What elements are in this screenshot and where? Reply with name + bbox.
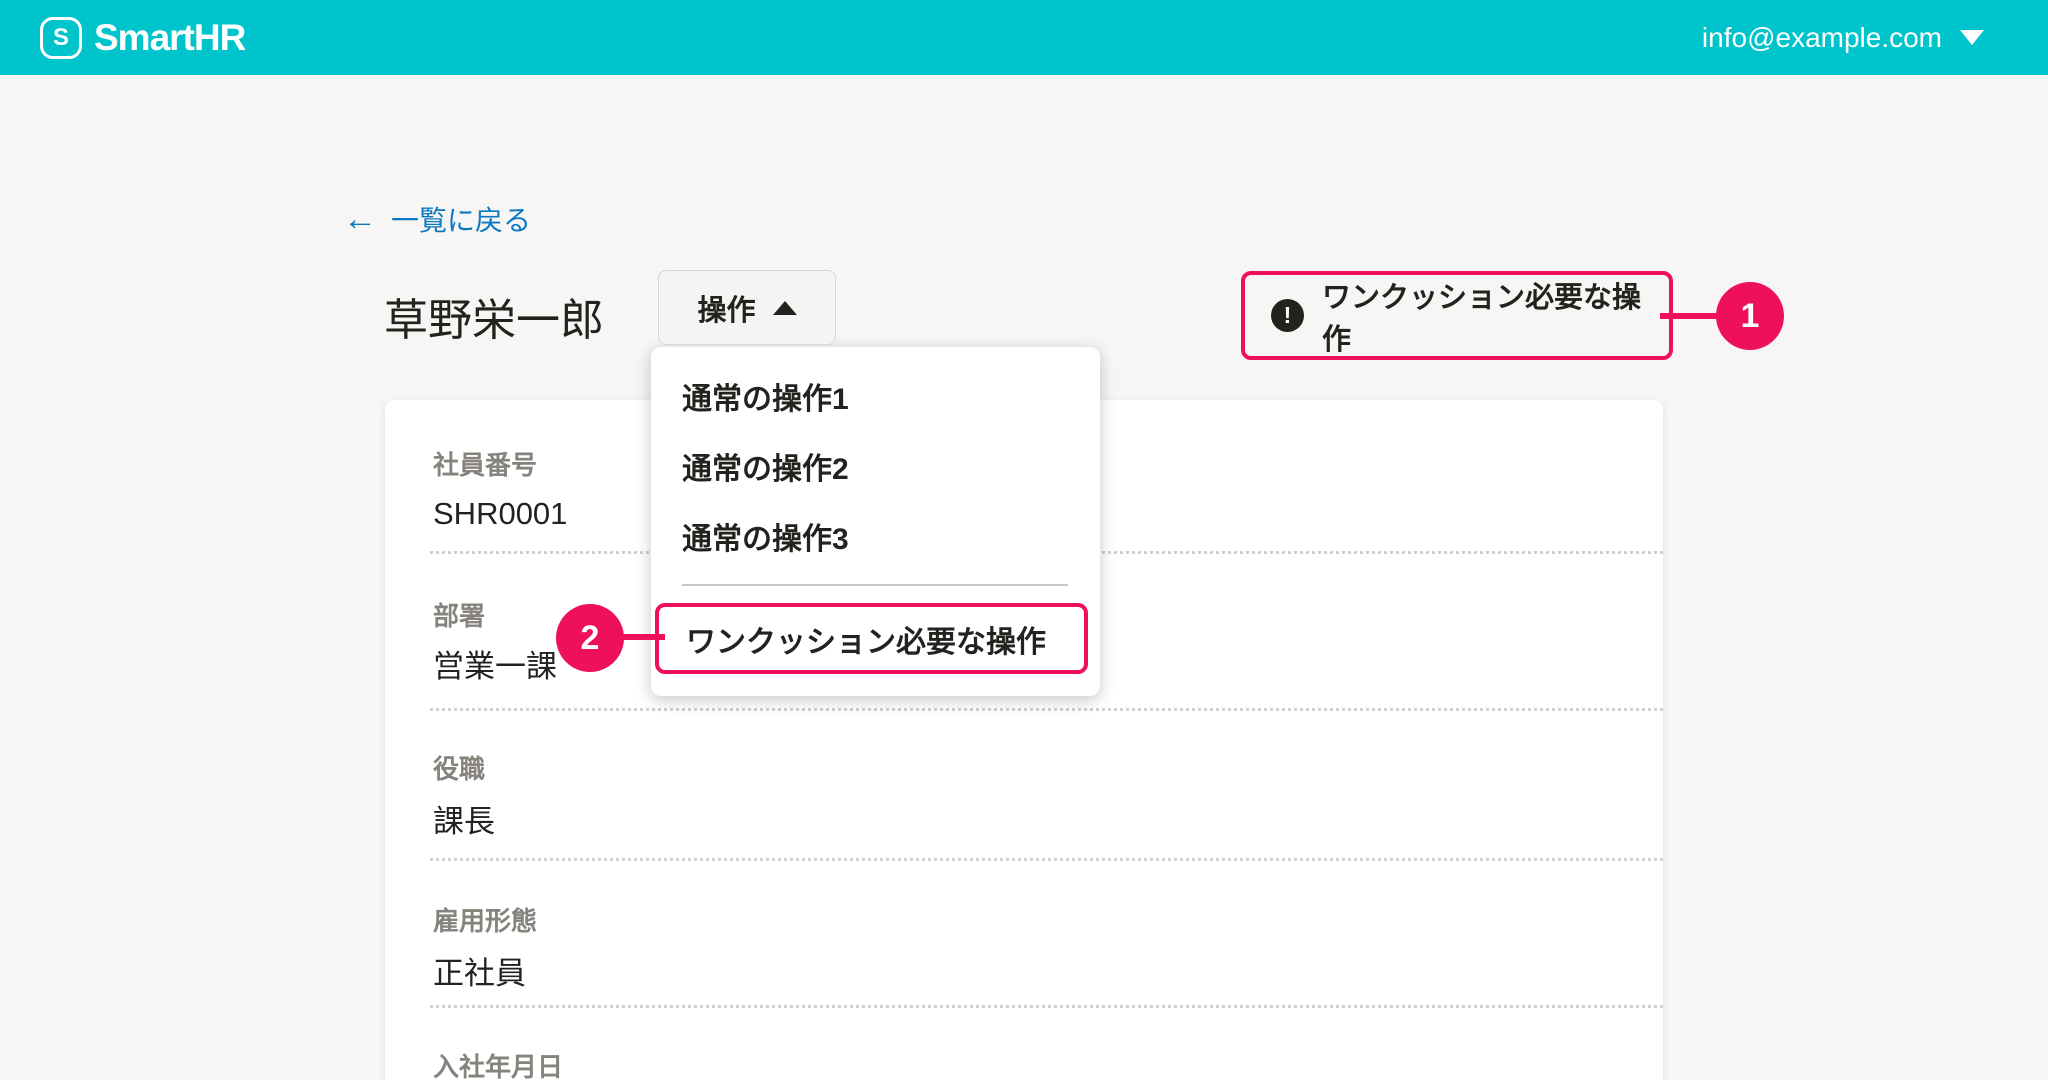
menu-item-normal-2[interactable]: 通常の操作2	[651, 431, 1100, 501]
menu-divider	[682, 584, 1068, 586]
field-label-department: 部署	[433, 601, 486, 631]
field-value-employee-number: SHR0001	[433, 496, 568, 531]
field-value-employment-type: 正社員	[433, 956, 526, 991]
action-button-label: 操作	[697, 294, 756, 327]
field-separator	[430, 858, 1663, 861]
exclamation-icon: !	[1271, 299, 1304, 332]
callout-label: ワンクッション必要な操作	[1322, 281, 1642, 356]
field-label-hire-date: 入社年月日	[433, 1052, 564, 1080]
account-email: info@example.com	[1701, 21, 1942, 53]
caret-down-icon	[1960, 30, 1984, 45]
page: S SmartHR info@example.com ← 一覧に戻る 草野栄一郎…	[0, 0, 2048, 1080]
brand-name: SmartHR	[94, 16, 246, 58]
caret-up-icon	[772, 300, 797, 315]
back-link-label: 一覧に戻る	[391, 205, 532, 236]
menu-item-normal-3[interactable]: 通常の操作3	[651, 501, 1100, 571]
field-label-position: 役職	[433, 754, 486, 784]
logo-letter: S	[52, 23, 69, 51]
top-bar: S SmartHR info@example.com	[0, 0, 2048, 75]
field-value-position: 課長	[433, 804, 495, 839]
smarthr-logo-icon: S	[40, 16, 82, 59]
annotation-badge-1: 1	[1716, 282, 1784, 350]
arrow-left-icon: ←	[343, 200, 377, 238]
menu-item-normal-1[interactable]: 通常の操作1	[651, 361, 1100, 431]
field-separator	[430, 708, 1663, 711]
field-value-department: 営業一課	[433, 649, 557, 684]
callout-one-cushion: ! ワンクッション必要な操作	[1241, 271, 1673, 360]
field-separator	[430, 1005, 1663, 1008]
action-menu-button[interactable]: 操作	[658, 270, 836, 345]
page-title: 草野栄一郎	[384, 296, 604, 345]
account-menu[interactable]: info@example.com	[1702, 22, 1984, 54]
menu-item-one-cushion[interactable]: ワンクッション必要な操作	[655, 603, 1088, 674]
back-to-list-link[interactable]: ← 一覧に戻る	[343, 199, 531, 239]
brand: S SmartHR	[40, 16, 246, 59]
field-label-employee-number: 社員番号	[433, 450, 538, 480]
field-label-employment-type: 雇用形態	[433, 906, 538, 936]
annotation-badge-2: 2	[556, 604, 624, 672]
action-dropdown: 通常の操作1 通常の操作2 通常の操作3 ワンクッション必要な操作	[651, 347, 1100, 696]
